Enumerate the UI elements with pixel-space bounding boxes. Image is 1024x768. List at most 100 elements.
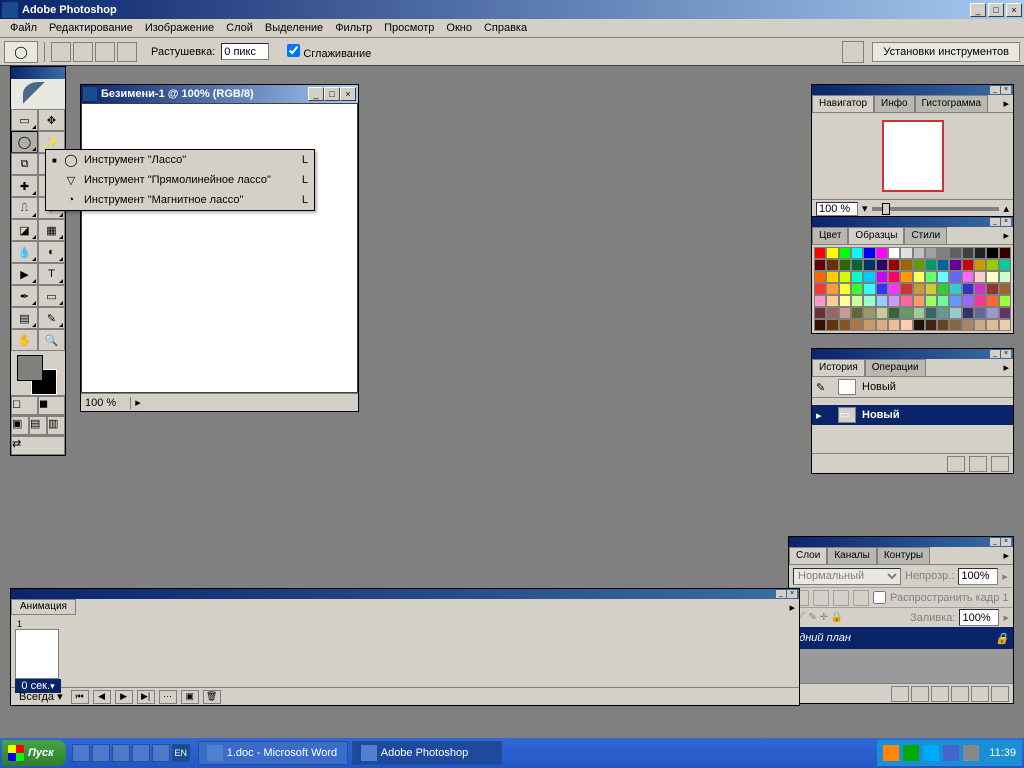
- swatch[interactable]: [925, 247, 937, 259]
- swatch[interactable]: [876, 319, 888, 331]
- doc-close-button[interactable]: ×: [340, 87, 356, 101]
- swatch[interactable]: [937, 319, 949, 331]
- swatch[interactable]: [986, 247, 998, 259]
- swatch[interactable]: [863, 283, 875, 295]
- swatch[interactable]: [826, 247, 838, 259]
- tween-button[interactable]: ⋯: [159, 690, 177, 704]
- swatch[interactable]: [925, 259, 937, 271]
- swatch[interactable]: [974, 283, 986, 295]
- loop-select[interactable]: Всегда ▾: [15, 690, 67, 703]
- swatch[interactable]: [999, 319, 1011, 331]
- swatch[interactable]: [851, 307, 863, 319]
- task-photoshop[interactable]: Adobe Photoshop: [352, 741, 502, 765]
- fill-flyout-icon[interactable]: ▸: [1003, 611, 1009, 624]
- swatch[interactable]: [863, 307, 875, 319]
- panel-minimize-button[interactable]: _: [990, 218, 1000, 226]
- swatch[interactable]: [949, 247, 961, 259]
- clock[interactable]: 11:39: [989, 747, 1016, 759]
- selection-subtract-icon[interactable]: [95, 42, 115, 62]
- tab-navigator[interactable]: Навигатор: [812, 95, 874, 112]
- doc-maximize-button[interactable]: □: [324, 87, 340, 101]
- quicklaunch-save-icon[interactable]: [152, 744, 170, 762]
- dodge-tool[interactable]: ◐: [38, 241, 65, 263]
- quickmask-mode-button[interactable]: ◼: [38, 396, 65, 415]
- swatch[interactable]: [839, 259, 851, 271]
- selection-intersect-icon[interactable]: [117, 42, 137, 62]
- document-zoom[interactable]: 100 %: [81, 397, 131, 409]
- lasso-tool[interactable]: [11, 131, 38, 153]
- swatch[interactable]: [986, 295, 998, 307]
- zoom-in-icon[interactable]: ▴: [1003, 202, 1009, 215]
- swatch[interactable]: [913, 271, 925, 283]
- tab-animation[interactable]: Анимация: [11, 599, 76, 615]
- panel-close-button[interactable]: ×: [787, 590, 797, 598]
- next-frame-button[interactable]: ▶|: [137, 690, 155, 704]
- panel-minimize-button[interactable]: _: [990, 86, 1000, 94]
- type-tool[interactable]: T: [38, 263, 65, 285]
- tool-presets-button[interactable]: Установки инструментов: [872, 42, 1020, 62]
- swatch[interactable]: [826, 283, 838, 295]
- start-button[interactable]: Пуск: [2, 740, 66, 766]
- swatch[interactable]: [839, 295, 851, 307]
- swatch[interactable]: [974, 307, 986, 319]
- navigator-thumbnail[interactable]: [882, 120, 944, 192]
- delete-layer-button[interactable]: [991, 686, 1009, 702]
- menu-help[interactable]: Справка: [478, 20, 533, 36]
- screen-full-button[interactable]: ▥: [47, 416, 65, 435]
- quicklaunch-desktop-icon[interactable]: [92, 744, 110, 762]
- tab-swatches[interactable]: Образцы: [848, 227, 904, 244]
- marquee-tool[interactable]: ▭: [11, 109, 38, 131]
- swatch[interactable]: [913, 295, 925, 307]
- tab-paths[interactable]: Контуры: [877, 547, 930, 564]
- swatch[interactable]: [986, 283, 998, 295]
- panel-menu-icon[interactable]: ▸: [999, 547, 1013, 564]
- swatch[interactable]: [913, 283, 925, 295]
- task-word[interactable]: 1.doc - Microsoft Word: [198, 741, 348, 765]
- swatch[interactable]: [839, 247, 851, 259]
- swatch[interactable]: [876, 271, 888, 283]
- first-frame-button[interactable]: ⏮: [71, 690, 89, 704]
- layer-style-button[interactable]: [891, 686, 909, 702]
- swatch[interactable]: [999, 307, 1011, 319]
- swatch[interactable]: [814, 259, 826, 271]
- swatch[interactable]: [913, 247, 925, 259]
- swatch[interactable]: [814, 295, 826, 307]
- swatch[interactable]: [974, 319, 986, 331]
- swatch[interactable]: [900, 307, 912, 319]
- frame-thumbnail[interactable]: [15, 629, 59, 679]
- play-button[interactable]: ▶: [115, 690, 133, 704]
- doc-minimize-button[interactable]: _: [308, 87, 324, 101]
- swatch[interactable]: [999, 247, 1011, 259]
- tray-icon-3[interactable]: [923, 745, 939, 761]
- new-layer-button[interactable]: [971, 686, 989, 702]
- menu-layer[interactable]: Слой: [220, 20, 259, 36]
- navigator-zoom-input[interactable]: [816, 202, 858, 216]
- panel-close-button[interactable]: ×: [1001, 218, 1011, 226]
- swatch[interactable]: [814, 283, 826, 295]
- layer-set-button[interactable]: [931, 686, 949, 702]
- swatch[interactable]: [937, 295, 949, 307]
- delete-state-button[interactable]: [991, 456, 1009, 472]
- screen-standard-button[interactable]: ▣: [11, 416, 29, 435]
- swatch[interactable]: [888, 307, 900, 319]
- selection-new-icon[interactable]: [51, 42, 71, 62]
- panel-minimize-button[interactable]: _: [990, 350, 1000, 358]
- swatch[interactable]: [888, 319, 900, 331]
- swatch[interactable]: [814, 319, 826, 331]
- tray-volume-icon[interactable]: [963, 745, 979, 761]
- quicklaunch-explorer-icon[interactable]: [112, 744, 130, 762]
- swatch[interactable]: [839, 283, 851, 295]
- swatch[interactable]: [949, 319, 961, 331]
- swatch[interactable]: [949, 259, 961, 271]
- history-state[interactable]: ▸ ▭ Новый: [812, 405, 1013, 425]
- swatch[interactable]: [851, 319, 863, 331]
- swatch[interactable]: [913, 259, 925, 271]
- path-select-tool[interactable]: ▶: [11, 263, 38, 285]
- swatch[interactable]: [900, 247, 912, 259]
- feather-input[interactable]: [221, 43, 269, 60]
- tab-history[interactable]: История: [812, 359, 865, 376]
- swatch[interactable]: [851, 247, 863, 259]
- opacity-input[interactable]: [958, 568, 998, 585]
- lock-image-icon[interactable]: [813, 590, 829, 606]
- eraser-tool[interactable]: ◪: [11, 219, 38, 241]
